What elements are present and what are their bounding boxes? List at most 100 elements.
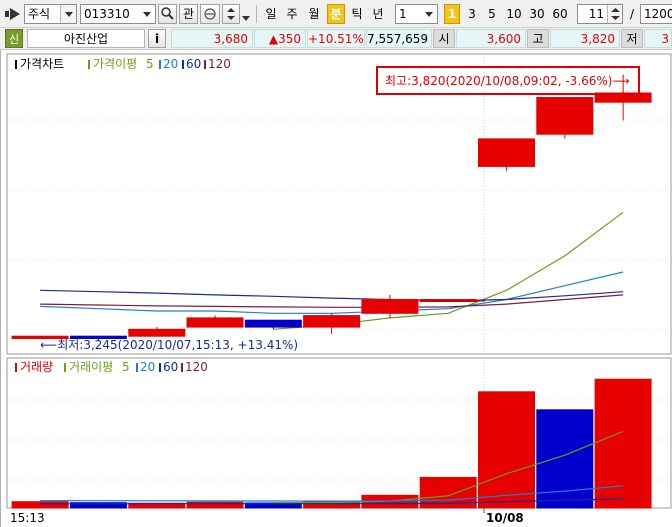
price-legend: 가격차트 가격이평 5 20 60 120 [15,57,231,71]
high-label: 고 [527,29,549,48]
search-button[interactable] [158,4,177,24]
legend-marker [64,363,66,372]
interval-select[interactable]: 1 [395,4,438,24]
legend-ma120: 120 [208,57,231,71]
min-price-annotation: ⟵최저:3,245(2020/10/07,15:13, +13.41%) [40,338,298,352]
legend-marker [136,363,138,372]
current-price-value: 3,680 [213,32,248,46]
credit-badge: 신 [5,29,23,48]
market-select[interactable]: 주식 [24,4,77,24]
volume-bar[interactable] [186,501,244,509]
legend-ma20: 20 [163,57,178,71]
total-count-field[interactable]: 1200 [640,4,672,24]
legend-marker [15,60,17,69]
credit-badge-text: 신 [8,33,20,46]
candle[interactable] [303,315,361,328]
period-label: 주 [286,7,298,21]
candle[interactable] [244,319,302,328]
max-price-annotation: 최고:3,820(2020/10/08,09:02, -3.66%)⟶ [385,74,630,88]
x-axis-label-date: 10/08 [486,511,524,525]
quick-interval-1[interactable]: 1 [444,4,460,24]
open-label: 시 [433,29,455,48]
change-rate-value: +10.51% [308,32,364,46]
period-label: 년 [372,7,384,21]
tab-period-minute[interactable]: 분 [327,4,345,24]
up-down-arrows-icon [227,8,235,20]
quick-interval-30[interactable]: 30 [526,4,548,24]
legend-marker [15,363,17,372]
quick-interval-10[interactable]: 10 [503,4,525,24]
period-label: 일 [265,7,277,21]
link-button[interactable] [200,4,220,24]
period-label: 분 [330,7,342,21]
candle[interactable] [478,138,535,167]
search-icon [161,7,174,20]
period-label: 틱 [351,7,363,21]
count-separator: / [629,7,635,21]
price-change: ▲350 [254,29,306,48]
open-price-value: 3,600 [486,32,521,46]
count-stepper[interactable]: 11 [577,4,623,24]
low-price: 3 [644,29,672,48]
legend-main-label: 가격차트 [20,57,64,71]
stock-code-input[interactable]: 013310 [80,4,156,24]
candle[interactable] [186,317,244,328]
quick-interval-label: 10 [506,7,522,21]
quick-interval-label: 30 [529,7,545,21]
quick-interval-label: 1 [447,7,457,21]
quote-bar: 신 아진산업 i 3,680 ▲350 +10.51% 7,557,659 시 … [0,28,672,50]
tab-period-week[interactable]: 주 [283,4,301,24]
legend-marker [182,60,184,69]
current-price: 3,680 [171,29,253,48]
chevron-down-icon[interactable] [421,5,437,23]
stepper-arrows-icon[interactable] [607,5,622,23]
main-toolbar: 주식 013310 관 일 주 월 분 틱 년 1 1 3 5 10 30 60… [0,0,672,28]
legend-vol-ma-prefix: 거래이평 [69,360,113,374]
quick-interval-label: 5 [488,7,496,21]
low-price-value: 3 [661,32,669,46]
stock-name-field[interactable]: 아진산업 [27,29,145,48]
legend-marker [88,60,90,69]
legend-vol-ma5: 5 [122,360,130,374]
tab-period-day[interactable]: 일 [262,4,280,24]
tab-period-year[interactable]: 년 [369,4,387,24]
chart-area[interactable]: 가격차트 가격이평 5 20 60 120 거래량 거래이평 5 20 60 1… [0,50,672,527]
toolbar-divider [256,5,257,23]
chart-canvas[interactable]: 가격차트 가격이평 5 20 60 120 거래량 거래이평 5 20 60 1… [1,50,672,527]
trade-volume-value: 7,557,659 [367,32,429,46]
high-price: 3,820 [550,29,620,48]
quick-interval-3[interactable]: 3 [464,4,480,24]
high-price-value: 3,820 [580,32,615,46]
candle[interactable] [128,328,186,337]
chevron-down-icon[interactable] [60,5,76,23]
tab-period-month[interactable]: 월 [305,4,323,24]
code-stepper[interactable] [222,4,240,24]
candle[interactable] [536,97,594,135]
quick-interval-5[interactable]: 5 [484,4,500,24]
total-count-value: 1200 [644,7,672,21]
volume-bar[interactable] [594,378,652,509]
volume-bar[interactable] [536,409,594,509]
open-price: 3,600 [456,29,526,48]
price-change-value: ▲350 [268,32,301,46]
info-button[interactable]: i [148,29,166,48]
tab-period-tick[interactable]: 틱 [348,4,366,24]
interval-select-value: 1 [399,7,407,21]
x-axis-label-start: 15:13 [10,511,45,525]
arrow-right-icon[interactable] [4,6,22,22]
change-rate: +10.51% [307,29,365,48]
chevron-down-icon[interactable] [242,11,250,21]
quick-interval-60[interactable]: 60 [549,4,571,24]
stock-code-value: 013310 [84,7,130,21]
volume-bar[interactable] [478,391,535,509]
candle[interactable] [361,299,419,314]
interest-button[interactable]: 관 [179,4,198,24]
volume-bar[interactable] [11,501,69,509]
interest-label: 관 [182,7,195,21]
chevron-down-icon[interactable] [139,5,155,23]
legend-marker [159,60,161,69]
legend-marker [159,363,161,372]
legend-marker [204,60,206,69]
legend-marker [181,363,183,372]
info-icon: i [154,32,160,46]
